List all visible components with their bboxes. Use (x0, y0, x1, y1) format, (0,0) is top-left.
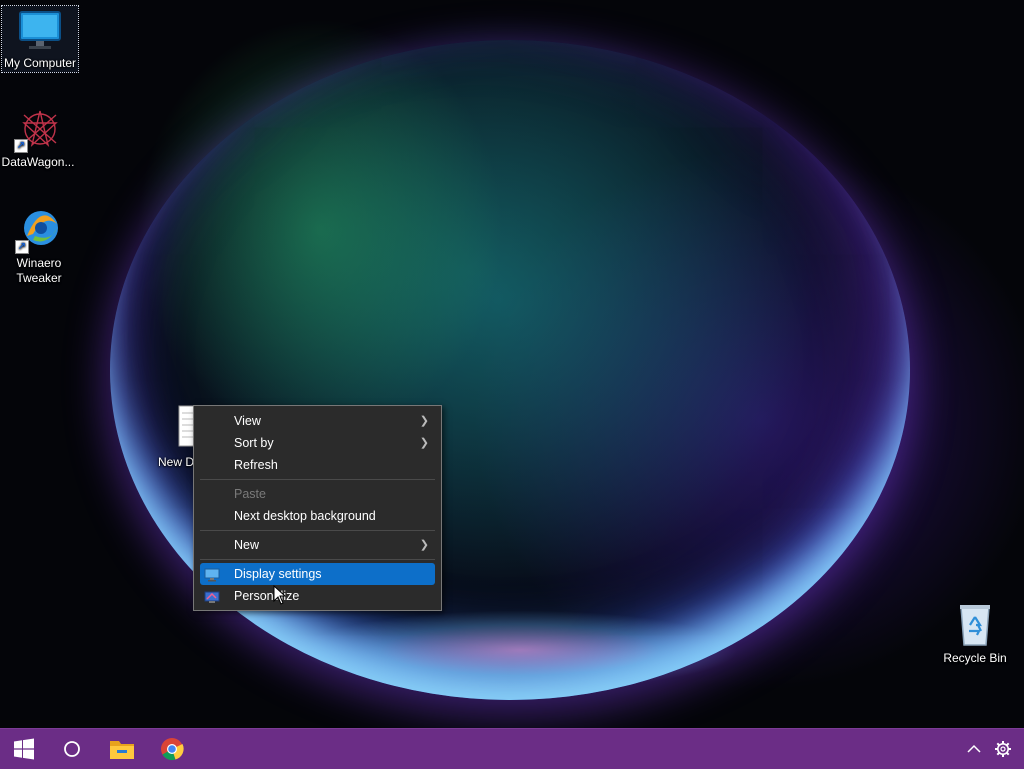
menu-item-label: New (234, 538, 260, 552)
desktop-icon-my-computer[interactable]: My Computer (1, 5, 79, 73)
menu-item-view[interactable]: View ❯ (200, 410, 435, 432)
menu-separator (200, 479, 435, 480)
windows-start-icon (14, 738, 34, 760)
menu-item-next-desktop-background[interactable]: Next desktop background (200, 505, 435, 527)
personalize-icon (204, 589, 220, 603)
menu-item-sort-by[interactable]: Sort by ❯ (200, 432, 435, 454)
menu-item-new[interactable]: New ❯ (200, 534, 435, 556)
shortcut-arrow-icon: ↗ (14, 139, 28, 153)
desktop-icon-winaero-tweaker[interactable]: ↗ Winaero Tweaker (1, 206, 77, 286)
search-circle-icon (64, 741, 80, 757)
menu-separator (200, 530, 435, 531)
menu-item-paste[interactable]: Paste (200, 483, 435, 505)
desktop-context-menu: View ❯ Sort by ❯ Refresh Paste Next desk… (193, 405, 442, 611)
desktop-icon-label: My Computer (3, 56, 77, 70)
chevron-up-icon (967, 744, 981, 753)
menu-item-label: Refresh (234, 458, 278, 472)
desktop-icon-label: DataWagon... (1, 155, 75, 169)
mouse-cursor-icon (273, 585, 287, 605)
taskbar (0, 728, 1024, 769)
start-button[interactable] (0, 729, 48, 769)
menu-item-label: Sort by (234, 436, 274, 450)
display-icon (204, 567, 220, 582)
menu-item-personalize[interactable]: Personalize (200, 585, 435, 607)
file-explorer-icon (110, 741, 134, 759)
chevron-right-icon: ❯ (419, 415, 429, 427)
show-hidden-icons-button[interactable] (962, 729, 986, 769)
menu-item-label: Paste (234, 487, 266, 501)
chevron-right-icon: ❯ (419, 437, 429, 449)
menu-item-label: Next desktop background (234, 509, 376, 523)
menu-item-display-settings[interactable]: Display settings (200, 563, 435, 585)
chrome-icon (161, 738, 184, 761)
chevron-right-icon: ❯ (419, 539, 429, 551)
desktop-icon-label: Recycle Bin (943, 651, 1007, 665)
menu-item-label: Display settings (234, 567, 322, 581)
wallpaper-glow (300, 610, 740, 690)
chrome-button[interactable] (148, 729, 196, 769)
monitor-icon (16, 6, 64, 54)
settings-tray-button[interactable] (990, 729, 1016, 769)
menu-separator (200, 559, 435, 560)
winaero-tweaker-icon: ↗ (15, 206, 63, 254)
datawagon-icon: ↗ (14, 105, 62, 153)
menu-item-label: View (234, 414, 261, 428)
desktop[interactable]: My Computer ↗ DataWagon... ↗ Winaero Twe… (0, 0, 1024, 728)
menu-item-refresh[interactable]: Refresh (200, 454, 435, 476)
shortcut-arrow-icon: ↗ (15, 240, 29, 254)
search-button[interactable] (48, 729, 96, 769)
gear-icon (995, 741, 1011, 757)
desktop-icon-recycle-bin[interactable]: Recycle Bin (937, 601, 1013, 666)
menu-item-label: Personalize (234, 589, 300, 603)
recycle-bin-icon (951, 601, 999, 649)
file-explorer-button[interactable] (98, 729, 146, 769)
desktop-icon-datawagon[interactable]: ↗ DataWagon... (0, 105, 76, 170)
desktop-icon-label: Winaero Tweaker (16, 256, 62, 285)
